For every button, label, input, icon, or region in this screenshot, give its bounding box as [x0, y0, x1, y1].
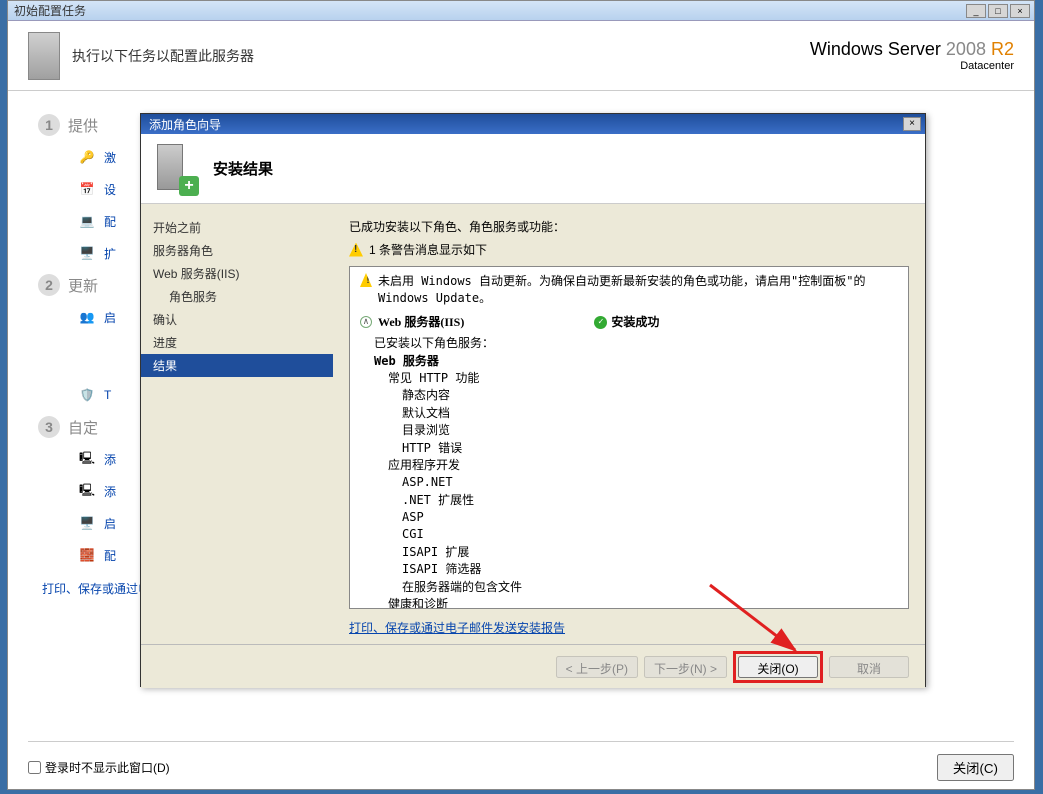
- nav-server-roles[interactable]: 服务器角色: [141, 239, 333, 262]
- warn-summary-row: 1 条警告消息显示如下: [349, 241, 909, 258]
- outer-titlebar: 初始配置任务 _ □ ×: [8, 1, 1034, 21]
- tree-web-server: Web 服务器: [374, 353, 898, 370]
- brand-line1: Windows Server 2008 R2: [810, 39, 1014, 60]
- server-icon: [28, 32, 60, 80]
- nav-web-server-iis[interactable]: Web 服务器(IIS): [141, 262, 333, 285]
- network-icon: 💻: [76, 210, 98, 232]
- close-button[interactable]: 关闭(O): [738, 656, 818, 678]
- shield-icon: 🛡️: [76, 384, 98, 406]
- role-status: ✓ 安装成功: [594, 314, 659, 331]
- step-1-label: 提供: [68, 115, 98, 136]
- warning-icon: [360, 273, 372, 287]
- desktop-icon: 🖥️: [76, 512, 98, 534]
- nav-results[interactable]: 结果: [141, 354, 333, 377]
- step-2-label: 更新: [68, 275, 98, 296]
- wizard-nav: 开始之前 服务器角色 Web 服务器(IIS) 角色服务 确认 进度 结果: [141, 204, 333, 644]
- step-1-badge: 1: [38, 114, 60, 136]
- results-box: 未启用 Windows 自动更新。为确保自动更新最新安装的角色或功能，请启用"控…: [349, 266, 909, 609]
- brand-block: Windows Server 2008 R2 Datacenter: [810, 39, 1014, 72]
- collapse-icon[interactable]: ∧: [360, 316, 372, 328]
- outer-window-title: 初始配置任务: [12, 2, 966, 19]
- maximize-button[interactable]: □: [988, 4, 1008, 18]
- plus-icon: +: [179, 176, 199, 196]
- dialog-heading: 安装结果: [213, 158, 273, 179]
- dialog-body: 开始之前 服务器角色 Web 服务器(IIS) 角色服务 确认 进度 结果 已成…: [141, 204, 925, 644]
- dialog-main: 已成功安装以下角色、角色服务或功能： 1 条警告消息显示如下 未启用 Windo…: [333, 204, 925, 644]
- dialog-titlebar: 添加角色向导 ×: [141, 114, 925, 134]
- tree-static: 静态内容: [402, 387, 898, 404]
- tree-app-dev: 应用程序开发: [388, 457, 898, 474]
- tree-http-common: 常见 HTTP 功能: [388, 370, 898, 387]
- warning-icon: [349, 243, 363, 257]
- tree-cgi: CGI: [402, 526, 898, 543]
- dialog-header: + 安装结果: [141, 134, 925, 204]
- dialog-close-button[interactable]: ×: [903, 117, 921, 131]
- warn-summary-text: 1 条警告消息显示如下: [369, 241, 487, 258]
- warn-detail-row: 未启用 Windows 自动更新。为确保自动更新最新安装的角色或功能，请启用"控…: [360, 273, 898, 308]
- close-window-button[interactable]: ×: [1010, 4, 1030, 18]
- minimize-button[interactable]: _: [966, 4, 986, 18]
- dialog-title: 添加角色向导: [145, 116, 903, 133]
- nav-before-begin[interactable]: 开始之前: [141, 216, 333, 239]
- nav-progress[interactable]: 进度: [141, 331, 333, 354]
- role-head-row: ∧ Web 服务器(IIS) ✓ 安装成功: [360, 314, 898, 331]
- tree-isapi-ext: ISAPI 扩展: [402, 544, 898, 561]
- step-3-badge: 3: [38, 416, 60, 438]
- server-add2-icon: 🖳: [76, 480, 98, 502]
- tree-aspnet: ASP.NET: [402, 474, 898, 491]
- dont-show-check-input[interactable]: [28, 761, 41, 774]
- add-role-wizard-dialog: 添加角色向导 × + 安装结果 开始之前 服务器角色 Web 服务器(IIS) …: [140, 113, 926, 687]
- warn-detail-text: 未启用 Windows 自动更新。为确保自动更新最新安装的角色或功能，请启用"控…: [378, 273, 898, 308]
- header-text: 执行以下任务以配置此服务器: [72, 46, 810, 66]
- tree-net-ext: .NET 扩展性: [402, 492, 898, 509]
- outer-close-button[interactable]: 关闭(C): [937, 754, 1014, 781]
- monitor-icon: 🖥️: [76, 242, 98, 264]
- tree-isapi-filt: ISAPI 筛选器: [402, 561, 898, 578]
- calendar-icon: 📅: [76, 178, 98, 200]
- send-report-link[interactable]: 打印、保存或通过电子邮件发送安装报告: [349, 619, 909, 636]
- dialog-header-icon: +: [157, 144, 197, 194]
- cancel-button: 取消: [829, 656, 909, 678]
- next-button: 下一步(N) >: [644, 656, 727, 678]
- success-icon: ✓: [594, 316, 607, 329]
- intro-text: 已成功安装以下角色、角色服务或功能：: [349, 218, 909, 235]
- close-highlight: 关闭(O): [733, 651, 823, 683]
- step-2-badge: 2: [38, 274, 60, 296]
- dont-show-label: 登录时不显示此窗口(D): [45, 759, 170, 776]
- nav-confirm[interactable]: 确认: [141, 308, 333, 331]
- installed-tree: 已安装以下角色服务： Web 服务器 常见 HTTP 功能 静态内容 默认文档 …: [374, 335, 898, 609]
- outer-header: 执行以下任务以配置此服务器 Windows Server 2008 R2 Dat…: [8, 21, 1034, 91]
- tree-default-doc: 默认文档: [402, 405, 898, 422]
- step-3-label: 自定: [68, 417, 98, 438]
- dont-show-checkbox[interactable]: 登录时不显示此窗口(D): [28, 759, 170, 776]
- role-name: Web 服务器(IIS): [378, 314, 464, 331]
- tree-ssi: 在服务器端的包含文件: [402, 579, 898, 596]
- firewall-icon: 🧱: [76, 544, 98, 566]
- dialog-footer: < 上一步(P) 下一步(N) > 关闭(O) 取消: [141, 644, 925, 688]
- tree-health: 健康和诊断: [388, 596, 898, 609]
- users-icon: 👥: [76, 306, 98, 328]
- status-text: 安装成功: [611, 314, 659, 331]
- server-add-icon: 🖳: [76, 448, 98, 470]
- tree-http-err: HTTP 错误: [402, 440, 898, 457]
- key-icon: 🔑: [76, 146, 98, 168]
- installed-label: 已安装以下角色服务：: [374, 335, 898, 352]
- prev-button: < 上一步(P): [556, 656, 638, 678]
- tree-asp: ASP: [402, 509, 898, 526]
- tree-dir-browse: 目录浏览: [402, 422, 898, 439]
- outer-bottom-bar: 登录时不显示此窗口(D) 关闭(C): [28, 741, 1014, 781]
- nav-role-services[interactable]: 角色服务: [141, 285, 333, 308]
- brand-line2: Datacenter: [810, 60, 1014, 72]
